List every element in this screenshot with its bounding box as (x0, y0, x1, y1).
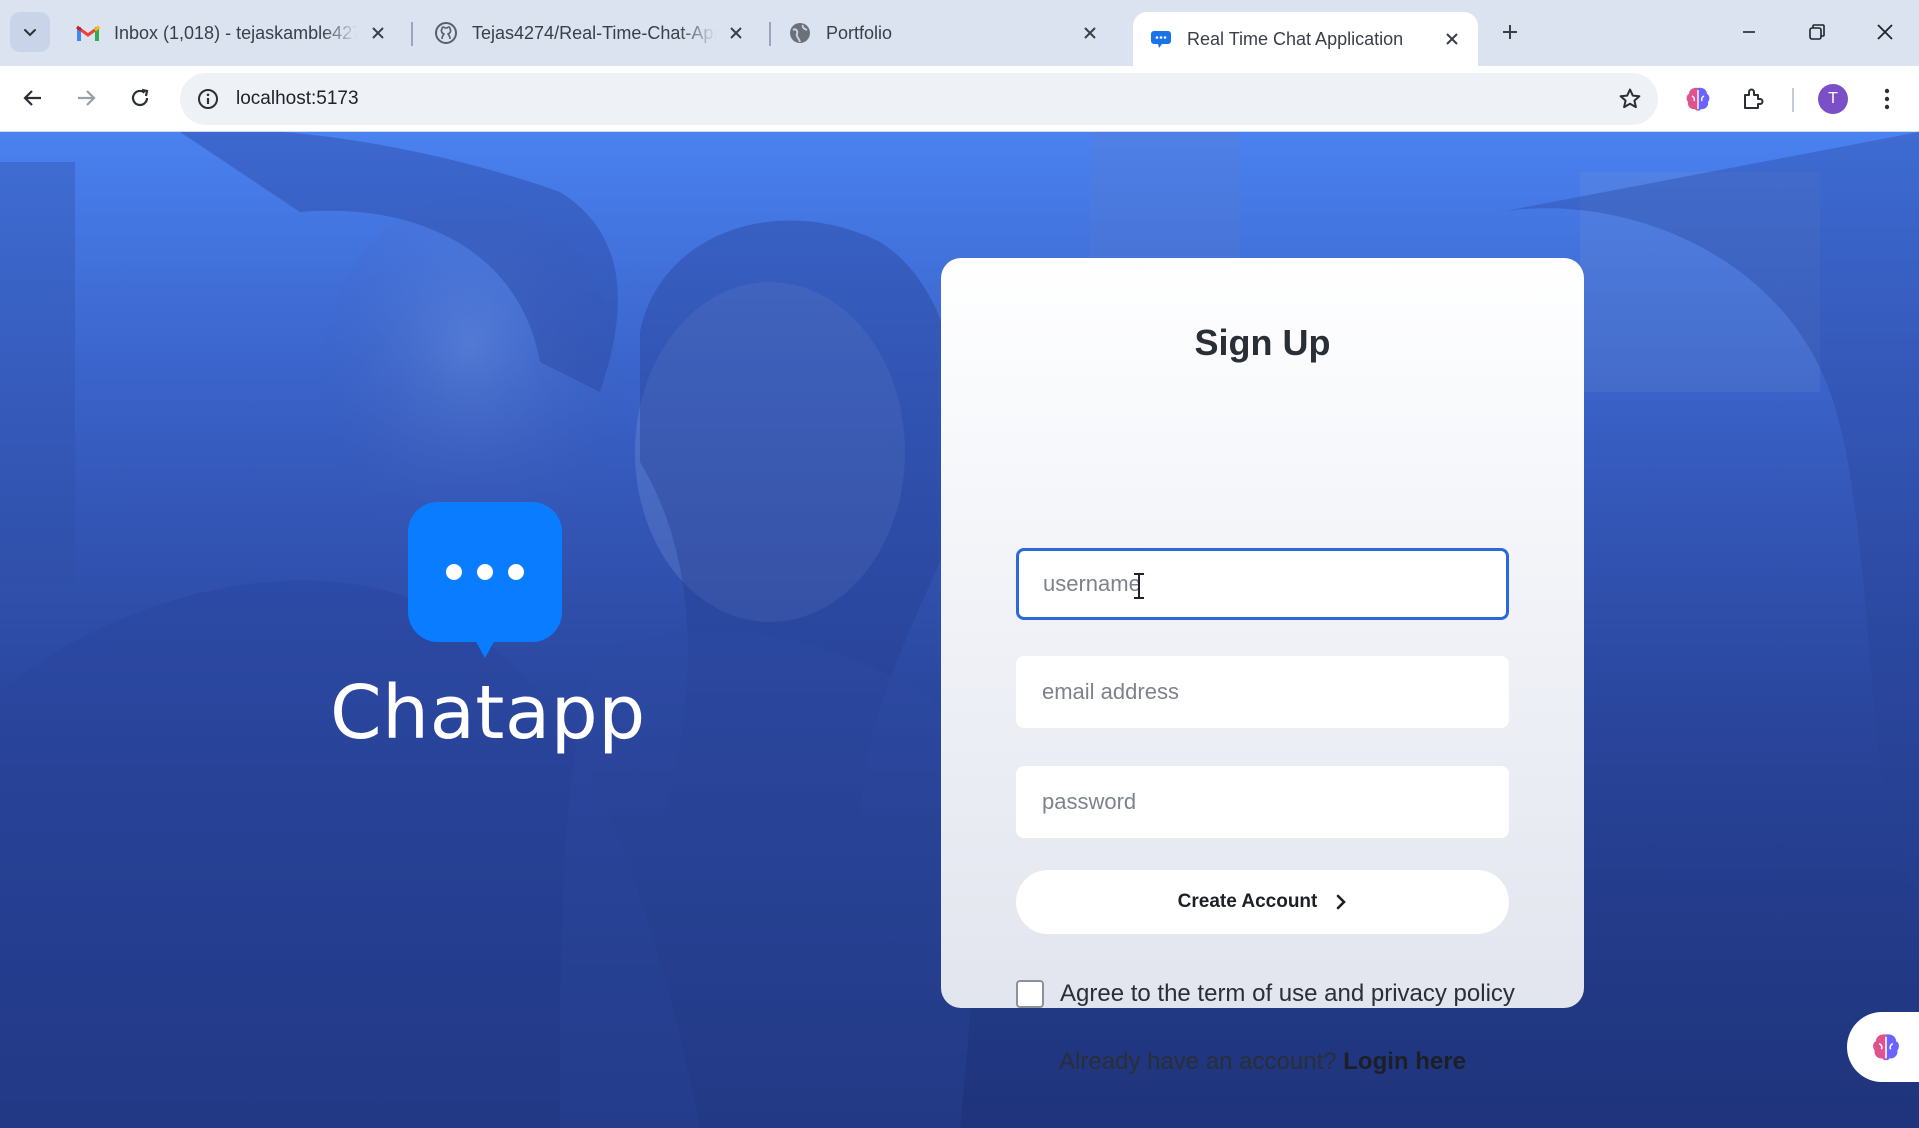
extensions-icon[interactable] (1734, 80, 1772, 118)
more-menu-icon[interactable] (1868, 80, 1906, 118)
tab-separator (411, 22, 413, 46)
chat-bubble-icon (408, 502, 562, 658)
create-account-button[interactable]: Create Account (1016, 870, 1509, 934)
plus-icon (1503, 25, 1517, 39)
gmail-icon (76, 21, 100, 45)
tab-title: Inbox (1,018) - tejaskamble4274 (114, 22, 358, 43)
minimize-icon (1743, 31, 1755, 33)
arrow-right-icon (78, 90, 96, 106)
close-icon[interactable] (724, 21, 748, 45)
forward-button[interactable] (66, 78, 106, 118)
github-icon (434, 21, 458, 45)
close-window-button[interactable] (1860, 10, 1910, 54)
site-info-icon[interactable] (192, 83, 224, 115)
tab-portfolio[interactable]: Portfolio (772, 12, 1116, 54)
globe-icon (788, 21, 812, 45)
signup-page: Chatapp Sign Up Create Account Agree to … (0, 132, 1919, 1128)
create-account-label: Create Account (1177, 891, 1318, 912)
tab-chat-app[interactable]: Real Time Chat Application (1133, 12, 1478, 66)
tab-title: Real Time Chat Application (1187, 28, 1404, 49)
password-input[interactable] (1016, 766, 1509, 838)
tab-title: Tejas4274/Real-Time-Chat-Application (472, 22, 716, 43)
brand: Chatapp (330, 502, 646, 756)
chevron-down-icon (24, 29, 36, 37)
close-icon[interactable] (1440, 27, 1464, 51)
text-cursor-icon (1134, 573, 1144, 599)
restore-icon (1809, 24, 1825, 40)
toolbar-separator (1792, 88, 1794, 112)
brand-name: Chatapp (330, 670, 646, 756)
minimize-button[interactable] (1724, 10, 1774, 54)
reload-icon (131, 88, 149, 107)
email-input[interactable] (1016, 656, 1509, 728)
browser-toolbar: localhost:5173 T (0, 66, 1919, 132)
login-prompt-row: Already have an account? Login here (941, 1048, 1584, 1076)
login-prompt-text: Already have an account? (1059, 1048, 1337, 1075)
close-icon[interactable] (366, 21, 390, 45)
arrow-left-icon (23, 90, 41, 106)
terms-checkbox[interactable] (1016, 980, 1044, 1008)
terms-row: Agree to the term of use and privacy pol… (1016, 980, 1515, 1008)
brain-extension-icon[interactable] (1679, 80, 1717, 118)
username-input[interactable] (1016, 548, 1509, 620)
chevron-right-icon (1335, 893, 1347, 911)
login-link[interactable]: Login here (1343, 1048, 1466, 1075)
restore-button[interactable] (1792, 10, 1842, 54)
form-title: Sign Up (1194, 322, 1331, 363)
tab-title: Portfolio (826, 22, 893, 43)
url-text[interactable]: localhost:5173 (236, 73, 359, 125)
tab-gmail[interactable]: Inbox (1,018) - tejaskamble4274 (60, 12, 404, 54)
reload-button[interactable] (120, 78, 160, 118)
bookmark-star-icon[interactable] (1616, 85, 1644, 113)
new-tab-button[interactable] (1492, 14, 1528, 50)
tab-strip: Inbox (1,018) - tejaskamble4274 Tejas427… (0, 0, 1919, 66)
profile-avatar[interactable]: T (1818, 84, 1848, 114)
close-icon[interactable] (1078, 21, 1102, 45)
close-icon (1877, 24, 1893, 40)
tab-github[interactable]: Tejas4274/Real-Time-Chat-Application (418, 12, 762, 54)
tab-search-button[interactable] (10, 12, 50, 52)
floating-assistant-button[interactable] (1847, 1012, 1919, 1082)
address-bar[interactable]: localhost:5173 (180, 73, 1658, 125)
signup-card: Sign Up Create Account Agree to the term… (941, 258, 1584, 1075)
tab-separator (769, 22, 771, 46)
brain-icon (1873, 1034, 1899, 1061)
terms-label: Agree to the term of use and privacy pol… (1060, 980, 1515, 1007)
back-button[interactable] (13, 78, 53, 118)
chat-icon (1149, 27, 1173, 51)
